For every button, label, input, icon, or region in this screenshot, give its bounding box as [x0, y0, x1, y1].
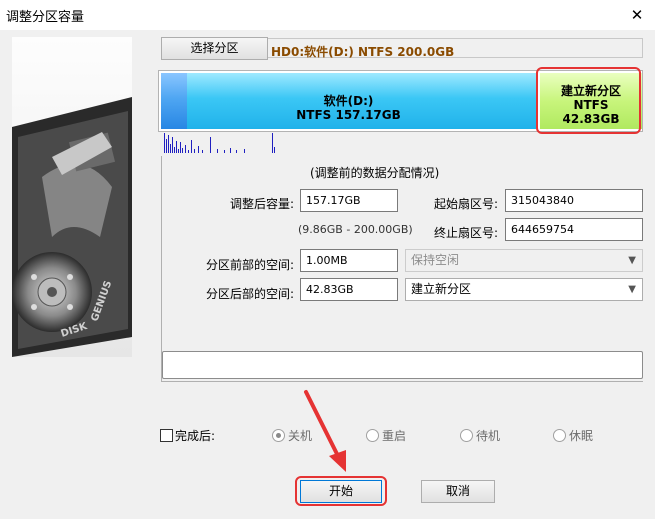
title-bar: 调整分区容量 ✕	[0, 0, 655, 30]
hard-disk-illustration: DISK GENIUS	[12, 97, 132, 357]
radio-dot[interactable]	[553, 429, 566, 442]
radio-restart-label: 重启	[382, 429, 407, 443]
end-sector-label: 终止扇区号:	[433, 226, 498, 240]
chevron-down-icon: ▼	[628, 284, 636, 295]
select-partition-button[interactable]: 选择分区	[161, 37, 268, 60]
size-after-input[interactable]: 157.17GB	[300, 189, 398, 212]
space-before-select-value: 保持空闲	[411, 253, 460, 267]
radio-dot[interactable]	[460, 429, 473, 442]
space-before-label: 分区前部的空间:	[205, 258, 294, 272]
radio-hibernate[interactable]: 休眠	[553, 427, 593, 444]
end-sector-input[interactable]: 644659754	[505, 218, 643, 241]
start-sector-input[interactable]: 315043840	[505, 189, 643, 212]
radio-standby-label: 待机	[476, 429, 501, 443]
disk-info-label: HD0:软件(D:) NTFS 200.0GB	[271, 45, 455, 59]
radio-dot[interactable]	[272, 429, 285, 442]
content-bottom-border	[161, 381, 643, 382]
partition-d-info: NTFS 157.17GB	[296, 108, 401, 122]
space-after-select-value: 建立新分区	[411, 282, 472, 296]
size-after-label: 调整后容量:	[229, 197, 294, 211]
annotation-arrow-icon	[304, 390, 346, 472]
space-after-select[interactable]: 建立新分区 ▼	[405, 278, 643, 301]
disk-genius-logo: DISK GENIUS	[12, 37, 132, 357]
radio-standby[interactable]: 待机	[460, 427, 500, 444]
new-partition-highlight	[536, 67, 641, 134]
space-after-label: 分区后部的空间:	[205, 287, 294, 301]
progress-bar	[162, 351, 643, 379]
size-range-label: (9.86GB - 200.00GB)	[298, 223, 413, 236]
after-complete-checkbox[interactable]: 完成后:	[160, 427, 215, 444]
radio-hibernate-label: 休眠	[569, 429, 594, 443]
content-left-border	[161, 156, 162, 382]
space-after-input[interactable]: 42.83GB	[300, 278, 398, 301]
space-before-input[interactable]: 1.00MB	[300, 249, 398, 272]
cancel-button[interactable]: 取消	[421, 480, 495, 503]
close-icon[interactable]: ✕	[619, 0, 655, 30]
after-complete-label: 完成后:	[175, 429, 216, 443]
partition-d-block[interactable]: 软件(D:) NTFS 157.17GB	[161, 73, 536, 129]
partition-d-name: 软件(D:)	[323, 94, 374, 108]
section-title: (调整前的数据分配情况)	[310, 166, 440, 180]
data-distribution-bar	[162, 133, 642, 153]
radio-restart[interactable]: 重启	[366, 427, 406, 444]
start-button-highlight	[295, 476, 387, 506]
chevron-down-icon: ▼	[628, 255, 636, 266]
start-sector-label: 起始扇区号:	[433, 197, 498, 211]
window-title: 调整分区容量	[6, 10, 85, 25]
checkbox-box[interactable]	[160, 429, 173, 442]
radio-dot[interactable]	[366, 429, 379, 442]
space-before-select[interactable]: 保持空闲 ▼	[405, 249, 643, 272]
